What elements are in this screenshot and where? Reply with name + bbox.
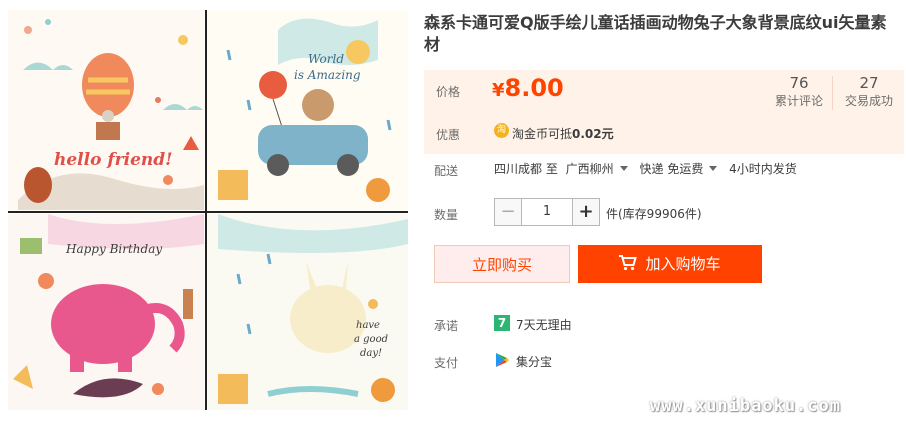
gallery-divider-horizontal bbox=[8, 211, 408, 213]
increment-button[interactable]: + bbox=[572, 198, 600, 226]
product-image-gallery[interactable]: hello friend! World is Amazing Happy Bir… bbox=[8, 10, 408, 410]
add-to-cart-label: 加入购物车 bbox=[645, 255, 721, 273]
illustration-have-a-good-day: have a good day! bbox=[208, 214, 408, 410]
reviews-stat[interactable]: 76 累计评论 bbox=[766, 74, 832, 109]
reviews-count: 76 bbox=[789, 74, 809, 92]
quantity-label: 数量 bbox=[434, 208, 459, 222]
sales-count: 27 bbox=[859, 74, 879, 92]
good-day-artwork bbox=[218, 214, 408, 404]
dispatch-time: 4小时内发货 bbox=[729, 162, 797, 176]
shipping-label: 配送 bbox=[434, 164, 459, 178]
add-to-cart-button[interactable]: 加入购物车 bbox=[578, 245, 762, 283]
jifenbao-payment-link[interactable]: 集分宝 bbox=[516, 353, 552, 370]
price-amount: 8.00 bbox=[504, 74, 564, 102]
stat-divider bbox=[832, 76, 833, 110]
day-lettering: day! bbox=[360, 348, 383, 359]
quantity-input[interactable]: 1 bbox=[522, 198, 572, 226]
hello-friend-artwork bbox=[18, 19, 204, 210]
chevron-down-icon bbox=[709, 166, 718, 171]
hello-friend-lettering: hello friend! bbox=[54, 150, 173, 170]
amazing-lettering: is Amazing bbox=[294, 68, 361, 82]
stock-info: 件(库存99906件) bbox=[606, 207, 702, 221]
google-play-style-icon bbox=[496, 353, 509, 367]
shipping-destination: 广西柳州 bbox=[565, 162, 614, 176]
sales-stat: 27 交易成功 bbox=[836, 74, 902, 109]
payment-label: 支付 bbox=[434, 356, 459, 370]
product-title: 森系卡通可爱Q版手绘儿童话插画动物兔子大象背景底纹ui矢量素材 bbox=[424, 13, 887, 54]
gallery-divider-vertical bbox=[205, 10, 207, 410]
price-label: 价格 bbox=[436, 85, 461, 99]
promo-label: 优惠 bbox=[436, 128, 461, 142]
world-lettering: World bbox=[308, 52, 344, 66]
reviews-label: 累计评论 bbox=[774, 94, 823, 108]
have-lettering: have bbox=[356, 320, 380, 331]
illustration-world-amazing: World is Amazing bbox=[208, 10, 408, 210]
buy-now-button[interactable]: 立即购买 bbox=[434, 245, 570, 283]
taobao-coin-icon: 淘 bbox=[494, 123, 509, 138]
shipping-method: 快递 免运费 bbox=[639, 162, 704, 176]
promise-label: 承诺 bbox=[434, 319, 459, 333]
illustration-hello-friend: hello friend! bbox=[8, 10, 204, 210]
price-panel: 价格 ¥8.00 76 累计评论 27 交易成功 优惠 淘 淘金币可抵0.02元 bbox=[424, 70, 904, 154]
currency-symbol: ¥ bbox=[492, 80, 505, 101]
sales-label: 交易成功 bbox=[844, 94, 893, 108]
decrement-button[interactable]: − bbox=[494, 198, 522, 226]
a-good-lettering: a good bbox=[354, 334, 388, 345]
promo-value: 0.02元 bbox=[572, 127, 614, 141]
seven-day-return-icon: 7 bbox=[494, 315, 510, 331]
world-amazing-artwork bbox=[218, 18, 392, 202]
shipping-method-select[interactable]: 快递 免运费 bbox=[640, 162, 726, 176]
promo-text: 淘金币可抵0.02元 bbox=[512, 125, 614, 142]
shipping-destination-select[interactable]: 广西柳州 bbox=[566, 162, 636, 176]
happy-birthday-lettering: Happy Birthday bbox=[66, 242, 163, 256]
shipping-info: 四川成都 至 广西柳州 快递 免运费 4小时内发货 bbox=[494, 160, 797, 177]
chevron-down-icon bbox=[619, 166, 628, 171]
cart-icon bbox=[619, 255, 638, 271]
promo-description: 淘金币可抵 bbox=[512, 127, 573, 141]
price-value: ¥8.00 bbox=[492, 74, 564, 102]
illustration-happy-birthday: Happy Birthday bbox=[8, 214, 204, 410]
shipping-origin: 四川成都 至 bbox=[494, 162, 558, 176]
seven-day-return-link[interactable]: 7天无理由 bbox=[516, 316, 572, 333]
site-watermark: www.xunibaoku.com bbox=[650, 396, 841, 416]
